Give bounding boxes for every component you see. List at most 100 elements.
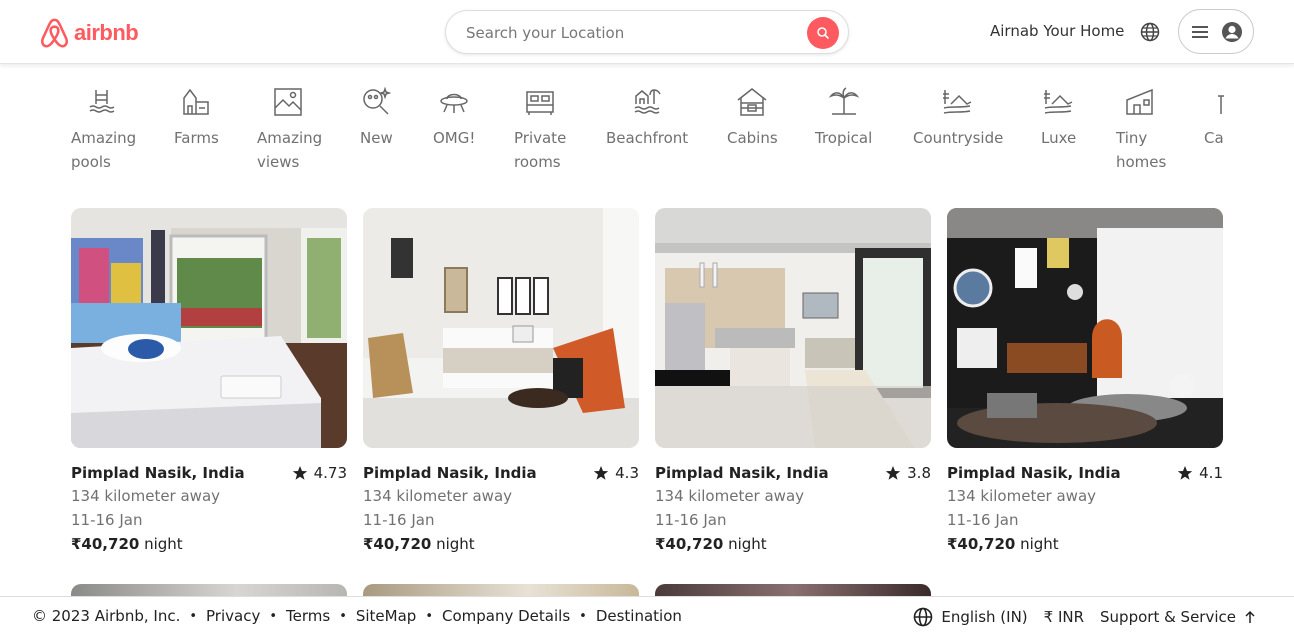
search-input[interactable] <box>466 21 796 45</box>
currency-selector[interactable]: ₹ INR <box>1044 608 1084 626</box>
price-amount: ₹40,720 <box>71 535 140 553</box>
footer-link-sitemap[interactable]: SiteMap <box>356 607 416 625</box>
listing-location: Pimplad Nasik, India <box>363 464 537 482</box>
footer-link-company-details[interactable]: Company Details <box>442 607 570 625</box>
rating-value: 3.8 <box>907 464 931 482</box>
category-farms[interactable]: Farms <box>174 86 219 150</box>
category-castles[interactable]: Ca <box>1204 86 1248 150</box>
listing-dates: 11-16 Jan <box>655 511 727 529</box>
category-label: Amazing views <box>257 129 323 171</box>
support-button[interactable]: Support & Service <box>1100 608 1256 626</box>
search-icon <box>817 27 829 39</box>
avatar-icon <box>1222 21 1242 42</box>
beach-icon <box>634 89 661 114</box>
airbnb-logo-icon <box>41 18 68 48</box>
cabin-icon <box>737 88 767 116</box>
search-bar[interactable] <box>445 10 849 54</box>
rating-value: 4.3 <box>615 464 639 482</box>
arrow-up-icon <box>1245 610 1255 623</box>
search-button[interactable] <box>807 17 839 49</box>
top-header: airbnb Airnab Your Home <box>0 0 1294 64</box>
separator-dot: • <box>189 608 198 624</box>
listing-card[interactable]: Pimplad Nasik, India 4.73 134 kilometer … <box>71 208 347 556</box>
rating-value: 4.73 <box>313 464 347 482</box>
footer-link-privacy[interactable]: Privacy <box>206 607 260 625</box>
listing-dates: 11-16 Jan <box>363 511 435 529</box>
footer-link-destination[interactable]: Destination <box>596 607 682 625</box>
listing-price: ₹40,720 night <box>947 532 1223 556</box>
category-countryside[interactable]: Countryside <box>913 86 1003 150</box>
category-luxe[interactable]: Luxe <box>1041 86 1076 150</box>
globe-icon <box>914 607 933 627</box>
category-label: Farms <box>174 129 219 147</box>
category-label: Cabins <box>727 129 778 147</box>
logo-text: airbnb <box>74 19 139 45</box>
listing-price: ₹40,720 night <box>655 532 931 556</box>
separator-dot: • <box>425 608 433 624</box>
listing-card[interactable]: Pimplad Nasik, India 4.1 134 kilometer a… <box>947 208 1223 556</box>
bed-icon <box>526 91 554 115</box>
category-label: Amazing pools <box>71 129 137 171</box>
listing-image <box>363 208 639 448</box>
listing-photo[interactable] <box>363 208 639 448</box>
user-menu-button[interactable] <box>1178 9 1254 54</box>
category-cabins[interactable]: Cabins <box>727 86 778 150</box>
category-private-rooms[interactable]: Private rooms <box>514 86 574 174</box>
listing-card[interactable]: Pimplad Nasik, India 3.8 134 kilometer a… <box>655 208 931 556</box>
separator-dot: • <box>339 608 347 624</box>
category-label: Tiny homes <box>1116 129 1167 171</box>
listing-dates: 11-16 Jan <box>947 511 1019 529</box>
listing-card[interactable]: Pimplad Nasik, India 4.3 134 kilometer a… <box>363 208 639 556</box>
category-label: Countryside <box>913 129 1004 147</box>
category-label: New <box>360 129 393 147</box>
price-amount: ₹40,720 <box>947 535 1016 553</box>
price-unit: night <box>436 535 475 553</box>
view-icon <box>274 88 302 116</box>
listing-dates: 11-16 Jan <box>71 511 143 529</box>
listing-image <box>71 208 347 448</box>
footer-link-terms[interactable]: Terms <box>286 607 330 625</box>
listing-distance: 134 kilometer away <box>947 487 1097 505</box>
listing-photo[interactable] <box>655 208 931 448</box>
copyright-text: © 2023 Airbnb, Inc. <box>32 607 181 625</box>
castle-icon <box>1218 95 1224 114</box>
listing-image <box>655 208 931 448</box>
palm-icon <box>828 87 860 115</box>
listing-rating: 4.73 <box>292 464 347 482</box>
price-unit: night <box>1020 535 1059 553</box>
listing-photo[interactable] <box>947 208 1223 448</box>
ufo-icon <box>440 93 468 113</box>
rating-value: 4.1 <box>1199 464 1223 482</box>
farm-icon <box>183 88 209 115</box>
star-icon <box>885 466 901 480</box>
support-label: Support & Service <box>1100 608 1236 626</box>
listing-image <box>947 208 1223 448</box>
star-icon <box>593 466 609 480</box>
category-new[interactable]: New <box>360 86 393 150</box>
category-label: Beachfront <box>606 129 689 147</box>
language-selector[interactable]: English (IN) <box>913 607 1028 627</box>
category-amazing-pools[interactable]: Amazing pools <box>71 86 141 174</box>
category-label: Ca <box>1204 129 1224 147</box>
countryside-icon <box>943 90 972 114</box>
globe-icon[interactable] <box>1140 22 1160 42</box>
language-label: English (IN) <box>941 608 1028 626</box>
host-your-home-link[interactable]: Airnab Your Home <box>990 22 1124 40</box>
star-icon <box>1177 466 1193 480</box>
listing-price: ₹40,720 night <box>71 532 347 556</box>
category-omg[interactable]: OMG! <box>433 86 475 150</box>
listing-photo[interactable] <box>71 208 347 448</box>
category-amazing-views[interactable]: Amazing views <box>257 86 327 174</box>
category-label: Private rooms <box>514 129 567 171</box>
price-amount: ₹40,720 <box>655 535 724 553</box>
listing-location: Pimplad Nasik, India <box>947 464 1121 482</box>
airbnb-logo[interactable]: airbnb <box>39 16 139 49</box>
category-bar: Amazing pools Farms Amazing views New OM… <box>0 86 1294 186</box>
category-beachfront[interactable]: Beachfront <box>606 86 688 150</box>
listing-price: ₹40,720 night <box>363 532 639 556</box>
category-tiny-homes[interactable]: Tiny homes <box>1116 86 1166 174</box>
category-label: Luxe <box>1041 129 1077 147</box>
footer: © 2023 Airbnb, Inc. • Privacy • Terms • … <box>0 596 1294 636</box>
category-tropical[interactable]: Tropical <box>815 86 872 150</box>
new-icon <box>363 86 392 115</box>
